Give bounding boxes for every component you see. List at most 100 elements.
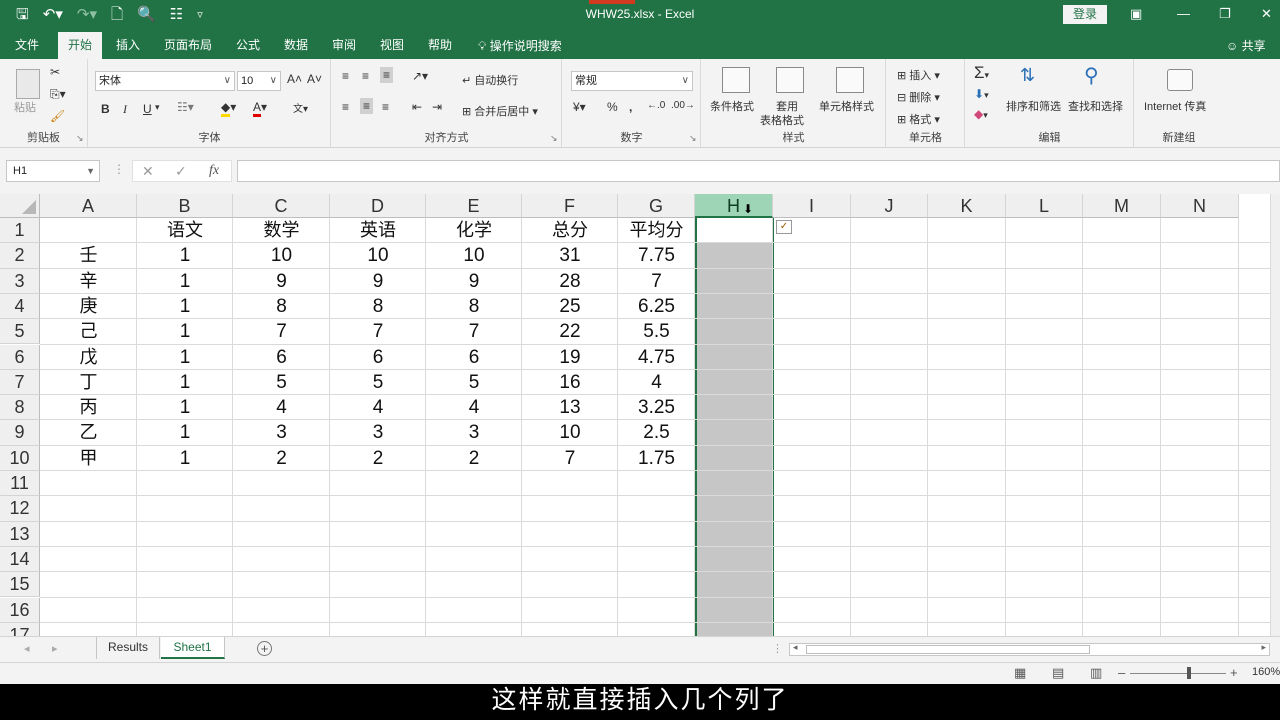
cut-icon[interactable]: ✂ [50,65,60,79]
cell-b1[interactable]: 语文 [137,218,233,243]
column-header-l[interactable]: L [1006,194,1083,218]
column-header-n[interactable]: N [1161,194,1239,218]
scroll-left-icon[interactable]: ◂ [793,642,798,653]
cell-e4[interactable]: 8 [426,294,522,319]
find-select-label[interactable]: 查找和选择 [1068,98,1123,114]
conditional-formatting-icon[interactable] [722,67,750,93]
tab-home[interactable]: 开始 [58,32,102,59]
cell-f8[interactable]: 13 [522,395,618,420]
cell-c7[interactable]: 5 [233,370,330,395]
row-header-15[interactable]: 15 [0,572,40,598]
cell-e7[interactable]: 5 [426,370,522,395]
scroll-right-icon[interactable]: ▸ [1261,642,1266,653]
row-header-17[interactable]: 17 [0,622,40,636]
cell-c3[interactable]: 9 [233,269,330,294]
row-header-16[interactable]: 16 [0,597,40,623]
check-icon[interactable]: ✓ [175,161,187,181]
cell-b4[interactable]: 1 [137,294,233,319]
cell-g2[interactable]: 7.75 [618,243,695,268]
sort-filter-label[interactable]: 排序和筛选 [1006,98,1061,114]
cell-g8[interactable]: 3.25 [618,395,695,420]
cell-g1[interactable]: 平均分 [618,218,695,243]
font-color-icon[interactable]: A▾ [253,100,267,117]
tell-me-search[interactable]: 💡︎ 操作说明搜索 [478,37,562,54]
wrap-text-button[interactable]: ↵ 自动换行 [462,72,518,88]
column-header-d[interactable]: D [330,194,426,218]
cell-d9[interactable]: 3 [330,420,426,445]
tab-review[interactable]: 审阅 [326,32,362,59]
merge-center-button[interactable]: ⊞ 合并后居中 ▾ [462,103,538,119]
tab-help[interactable]: 帮助 [422,32,458,59]
font-size-select[interactable]: 10 ∨ [237,71,281,91]
cell-f10[interactable]: 7 [522,446,618,471]
copy-icon[interactable]: ⎘▾ [50,87,66,102]
paste-label[interactable]: 粘贴 [14,99,36,115]
page-break-view-icon[interactable]: ▥ [1090,665,1102,681]
restore-icon[interactable]: ❐ [1219,6,1231,22]
ribbon-display-icon[interactable]: ▣ [1130,6,1142,22]
font-family-select[interactable]: 宋体 ∨ [95,71,235,91]
cell-styles-label[interactable]: 单元格样式 [819,98,874,114]
row-header-4[interactable]: 4 [0,293,40,320]
cell-g6[interactable]: 4.75 [618,345,695,370]
cell-d6[interactable]: 6 [330,345,426,370]
tab-page-layout[interactable]: 页面布局 [160,32,216,59]
fill-icon[interactable]: ⬇▾ [974,87,989,101]
cell-d3[interactable]: 9 [330,269,426,294]
fill-color-icon[interactable]: ◆▾ [221,100,236,117]
zoom-level[interactable]: 160% [1252,666,1280,678]
cell-c10[interactable]: 2 [233,446,330,471]
column-header-b[interactable]: B [137,194,233,218]
increase-decimal-icon[interactable]: ←.0 [647,100,665,111]
format-painter-icon[interactable]: 🖌︎ [50,109,65,123]
cell-c4[interactable]: 8 [233,294,330,319]
cell-d4[interactable]: 8 [330,294,426,319]
align-right-icon[interactable]: ≡ [382,100,389,114]
cell-f6[interactable]: 19 [522,345,618,370]
insert-function-button[interactable]: fx [209,161,219,181]
cell-c9[interactable]: 3 [233,420,330,445]
row-header-1[interactable]: 1 [0,218,40,244]
normal-view-icon[interactable]: ▦ [1014,665,1026,681]
increase-indent-icon[interactable]: ⇥ [432,100,442,114]
cell-a7[interactable]: 丁 [40,370,137,395]
cell-g9[interactable]: 2.5 [618,420,695,445]
column-header-j[interactable]: J [851,194,928,218]
cell-b5[interactable]: 1 [137,319,233,344]
row-header-3[interactable]: 3 [0,268,40,294]
tab-view[interactable]: 视图 [374,32,410,59]
row-header-13[interactable]: 13 [0,521,40,547]
search-icon[interactable]: ⚲ [1084,63,1099,88]
borders-icon[interactable]: ☷▾ [177,100,194,114]
cell-b2[interactable]: 1 [137,243,233,268]
row-header-11[interactable]: 11 [0,471,40,497]
cell-f3[interactable]: 28 [522,269,618,294]
cell-a10[interactable]: 甲 [40,446,137,471]
row-header-6[interactable]: 6 [0,344,40,370]
add-sheet-button[interactable]: + [257,641,272,656]
column-header-m[interactable]: M [1083,194,1161,218]
cell-f4[interactable]: 25 [522,294,618,319]
column-header-g[interactable]: G [618,194,695,218]
select-all-button[interactable] [0,194,40,218]
cell-f9[interactable]: 10 [522,420,618,445]
format-as-table-icon[interactable] [776,67,804,93]
decrease-indent-icon[interactable]: ⇤ [412,100,422,114]
row-header-12[interactable]: 12 [0,496,40,522]
grow-font-icon[interactable]: A˄ [287,72,302,86]
italic-button[interactable]: I [123,102,127,117]
vertical-scrollbar[interactable] [1270,194,1280,636]
column-header-k[interactable]: K [928,194,1006,218]
column-header-a[interactable]: A [40,194,137,218]
close-icon[interactable]: ✕ [1261,6,1272,22]
cell-d5[interactable]: 7 [330,319,426,344]
cell-d1[interactable]: 英语 [330,218,426,243]
cell-c1[interactable]: 数学 [233,218,330,243]
align-left-icon[interactable]: ≡ [342,100,349,114]
dialog-launcher-icon[interactable]: ↘ [689,133,697,144]
cell-b10[interactable]: 1 [137,446,233,471]
scroll-left-icon[interactable]: ◂ [24,642,30,655]
format-cells-button[interactable]: ⊞ 格式 ▾ [897,111,940,127]
cell-c2[interactable]: 10 [233,243,330,268]
column-header-e[interactable]: E [426,194,522,218]
